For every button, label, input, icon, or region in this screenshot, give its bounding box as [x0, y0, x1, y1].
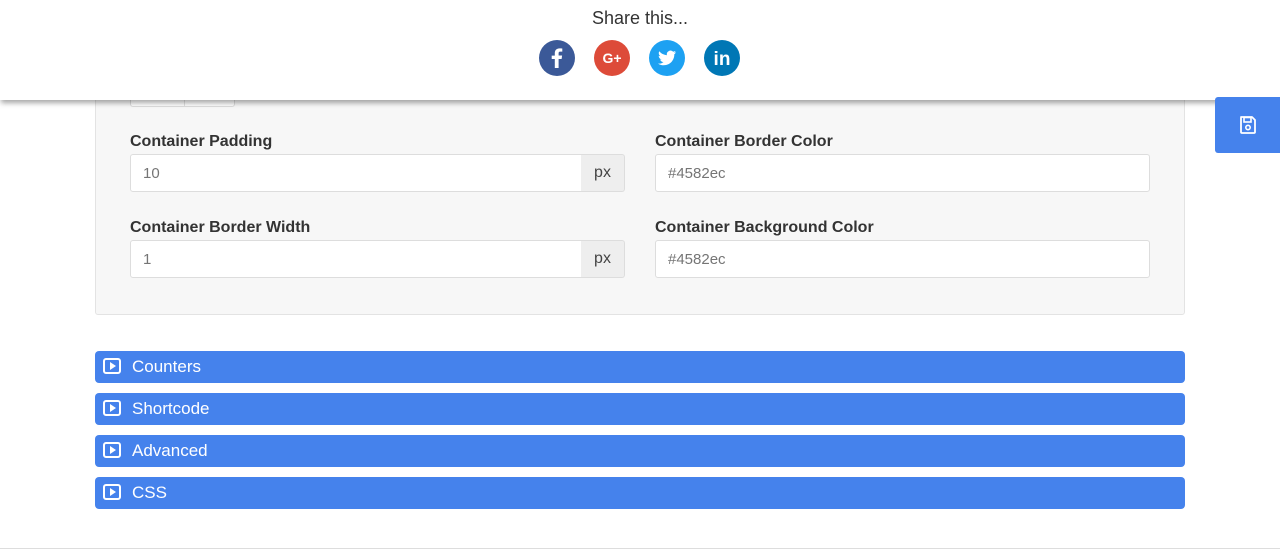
expand-icon [103, 442, 121, 458]
container-background-color-input[interactable] [655, 240, 1150, 278]
google-plus-share-button[interactable]: G+ [594, 40, 630, 76]
accordion-advanced-label: Advanced [132, 441, 208, 460]
container-padding-unit: px [581, 154, 625, 192]
linkedin-share-button[interactable]: in [704, 40, 740, 76]
linkedin-icon: in [704, 40, 740, 76]
container-border-width-unit: px [581, 240, 625, 278]
accordion-counters[interactable]: Counters [95, 351, 1185, 383]
accordion-shortcode-label: Shortcode [132, 399, 210, 418]
bottom-divider [0, 548, 1280, 549]
accordion-css[interactable]: CSS [95, 477, 1185, 509]
save-icon [1240, 116, 1256, 134]
container-background-color-label: Container Background Color [655, 219, 874, 236]
container-border-width-label: Container Border Width [130, 219, 311, 236]
container-padding-label: Container Padding [130, 133, 273, 150]
linkedin-glyph: in [714, 49, 731, 70]
google-plus-glyph: G+ [602, 50, 621, 66]
share-bar: Share this... G+ in [0, 0, 1280, 100]
save-button[interactable] [1215, 97, 1280, 153]
accordion-advanced[interactable]: Advanced [95, 435, 1185, 467]
expand-icon [103, 484, 121, 500]
accordion-shortcode[interactable]: Shortcode [95, 393, 1185, 425]
facebook-share-button[interactable] [539, 40, 575, 76]
container-padding-input[interactable] [130, 154, 582, 192]
container-border-color-label: Container Border Color [655, 133, 833, 150]
page: Share this... G+ in Container Padding 10… [0, 0, 1280, 551]
accordion-css-label: CSS [132, 483, 167, 502]
twitter-share-button[interactable] [649, 40, 685, 76]
facebook-icon [539, 40, 575, 76]
accordion-counters-label: Counters [132, 357, 201, 376]
google-plus-icon: G+ [594, 40, 630, 76]
expand-icon [103, 358, 121, 374]
container-border-width-input[interactable] [130, 240, 582, 278]
container-border-color-input[interactable] [655, 154, 1150, 192]
container-settings-panel [95, 80, 1185, 315]
expand-icon [103, 400, 121, 416]
share-title: Share this... [591, 8, 689, 28]
twitter-icon [649, 40, 685, 76]
